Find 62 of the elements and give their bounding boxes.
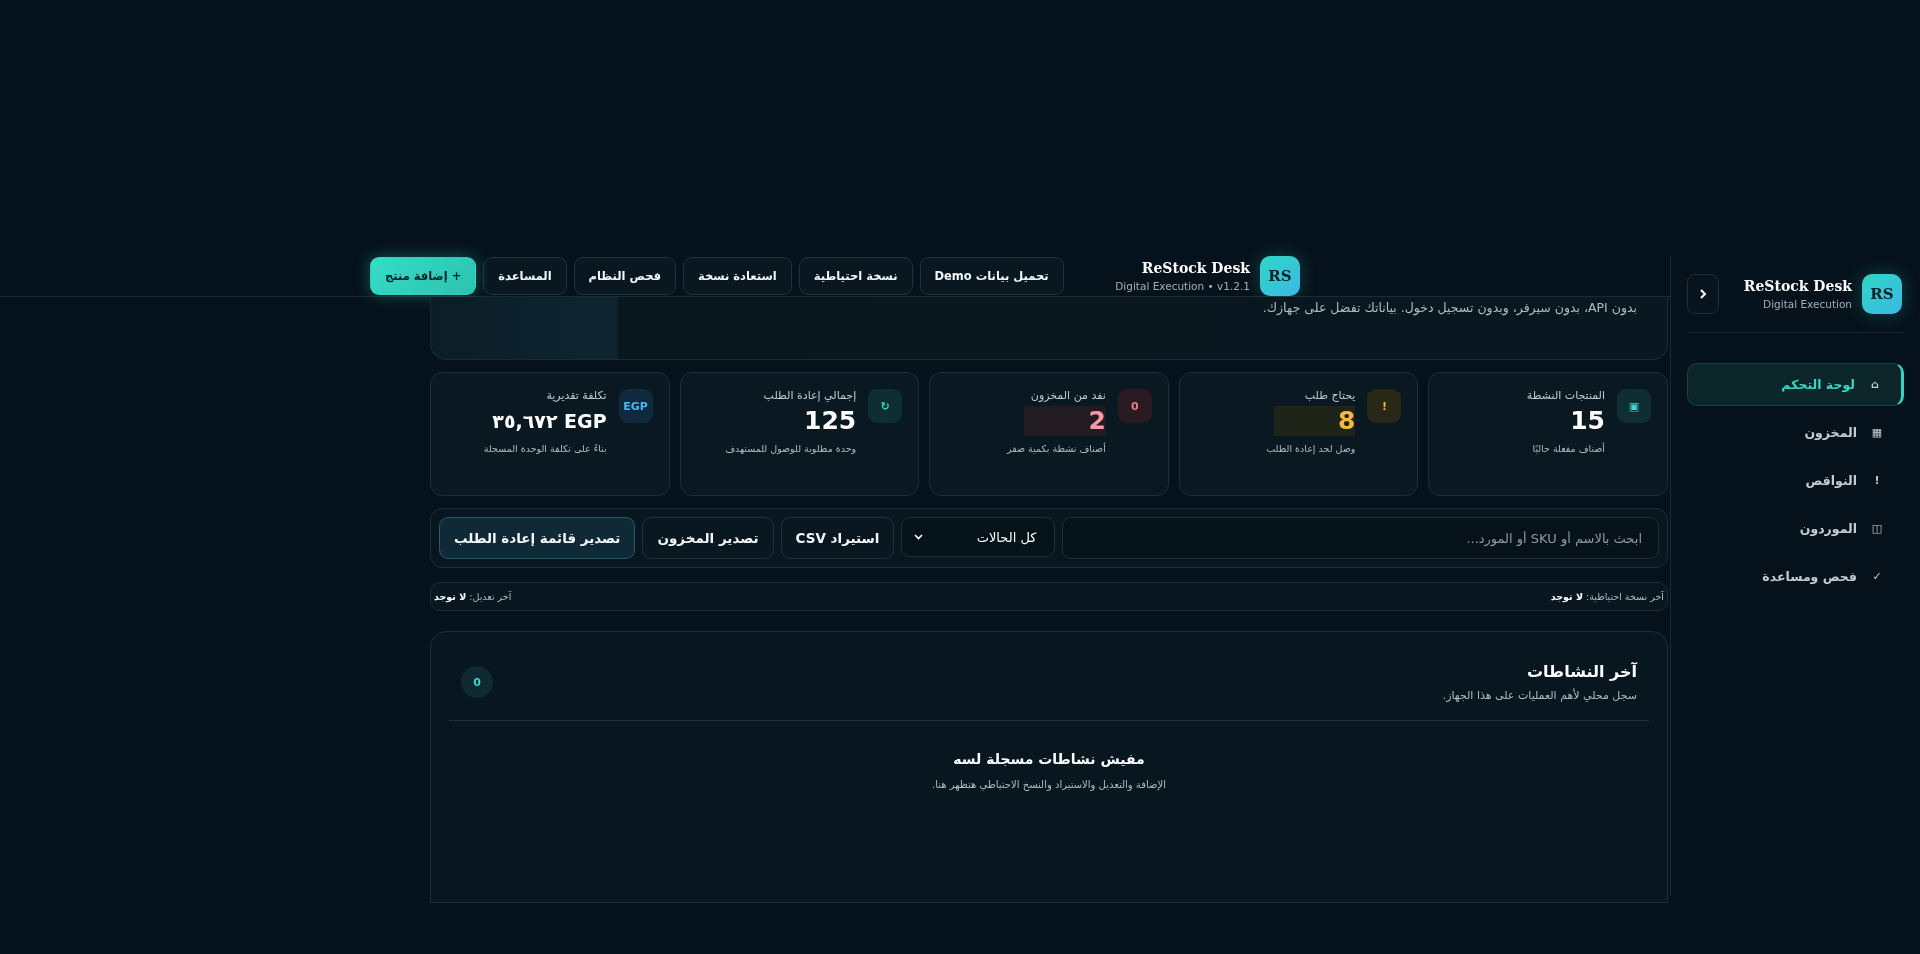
stat-note: بناءً على تكلفة الوحدة المسجلة	[483, 443, 607, 454]
activity-title: آخر النشاطات	[1526, 662, 1637, 681]
chevron-icon	[1699, 288, 1707, 300]
stat-label: المنتجات النشطة	[1526, 389, 1605, 402]
activity-subtitle: سجل محلي لأهم العمليات على هذا الجهاز.	[1442, 689, 1637, 702]
nav-icon: ▦	[1871, 426, 1883, 439]
stat-note: أصناف مفعلة حاليًا	[1531, 443, 1605, 454]
nav-item[interactable]: ▦ المخزون	[1687, 411, 1904, 454]
stat-note: وصل لحد إعادة الطلب	[1266, 443, 1356, 454]
toolbar-button[interactable]: استعادة نسخة	[683, 257, 792, 295]
nav-icon: ⌂	[1869, 378, 1881, 391]
export-button[interactable]: تصدير قائمة إعادة الطلب	[439, 517, 636, 559]
nav-label: المخزون	[1804, 425, 1857, 440]
nav-label: النواقص	[1805, 473, 1857, 488]
nav-label: الموردون	[1799, 521, 1857, 536]
stat-icon: !	[1367, 389, 1402, 423]
stat-label: إجمالي إعادة الطلب	[762, 389, 857, 402]
stat-label: نفد من المخزون	[1029, 389, 1106, 402]
stat-label: يحتاج طلب	[1303, 389, 1356, 402]
stat-icon: ▣	[1617, 389, 1651, 423]
count-badge: 0	[461, 666, 493, 698]
hero-text: بدون API، بدون سيرفر، وبدون تسجيل دخول. بياناتك تفضل على جهازك.	[1261, 300, 1637, 315]
stat-label: تكلفة تقديرية	[545, 389, 607, 402]
toolbar-button[interactable]: نسخة احتياطية	[798, 257, 913, 295]
nav-item[interactable]: ✓ فحص ومساعدة	[1687, 555, 1904, 598]
collapse-button[interactable]	[1687, 274, 1719, 314]
nav-item[interactable]: ! النواقص	[1687, 459, 1904, 502]
status-dropdown[interactable]: كل الحالات	[901, 517, 1056, 557]
add-product-button[interactable]: + إضافة منتج	[370, 257, 477, 295]
empty-text: الإضافة والتعديل والاستيراد والنسخ الاحتياطي هتظهر هنا.	[932, 779, 1167, 790]
stat-icon: ↻	[868, 389, 903, 423]
stat-icon: 0	[1117, 389, 1152, 423]
stat-value: 125	[804, 406, 857, 436]
app-title: ReStock Desk	[1141, 260, 1250, 276]
nav-item[interactable]: ◫ الموردون	[1687, 507, 1904, 550]
stat-icon: EGP	[618, 389, 653, 423]
nav-label: لوحة التحكم	[1781, 377, 1855, 392]
toolbar-button[interactable]: المساعدة	[483, 257, 567, 295]
caret-icon	[914, 534, 924, 540]
modified-status: آخر تعديل: لا توجد	[434, 591, 512, 602]
nav-label: فحص ومساعدة	[1762, 569, 1857, 584]
export-button[interactable]: استيراد CSV	[780, 517, 895, 559]
stat-value: 15	[1570, 406, 1605, 436]
export-button[interactable]: تصدير المخزون	[642, 517, 774, 559]
stat-value: EGP ٣٥,٦٧٢	[492, 409, 607, 434]
nav-item[interactable]: ⌂ لوحة التحكم	[1687, 363, 1904, 406]
app-logo: RS	[1260, 256, 1300, 296]
app-version: Digital Execution • v1.2.1	[1115, 280, 1250, 292]
toolbar-button[interactable]: تحميل بيانات Demo	[919, 257, 1064, 295]
stat-note: أصناف نشطة بكمية صفر	[1006, 443, 1106, 454]
nav-icon: ◫	[1871, 522, 1883, 535]
toolbar-button[interactable]: فحص النظام	[573, 257, 677, 295]
app-subtitle: Digital Execution	[1763, 298, 1852, 310]
stat-value: 2	[1024, 406, 1106, 436]
stat-note: وحدة مطلوبة للوصول للمستهدف	[725, 443, 857, 454]
app-title: ReStock Desk	[1743, 278, 1852, 294]
empty-title: مفيش نشاطات مسجلة لسه	[953, 751, 1145, 767]
nav-icon: ✓	[1871, 570, 1883, 583]
nav-icon: !	[1871, 474, 1883, 487]
stat-value: 8	[1274, 406, 1356, 436]
backup-status: آخر نسخة احتياطية: لا توجد	[1550, 591, 1664, 602]
app-logo: RS	[1862, 274, 1902, 314]
